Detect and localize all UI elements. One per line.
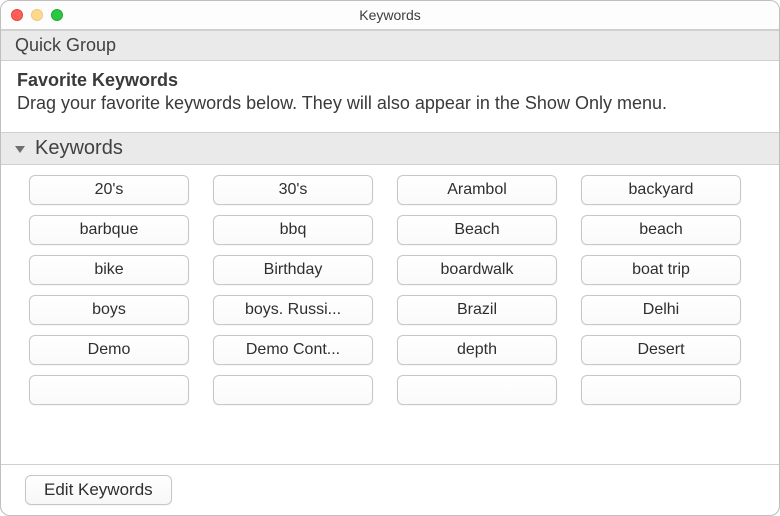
favorites-description: Favorite Keywords Drag your favorite key… [1,61,779,132]
keyword-button[interactable] [397,375,557,405]
quick-group-header[interactable]: Quick Group [1,30,779,61]
keyword-button[interactable]: boat trip [581,255,741,285]
keyword-button[interactable] [213,375,373,405]
footer-bar: Edit Keywords [1,464,779,515]
keyword-button[interactable]: boys [29,295,189,325]
keyword-button[interactable]: Delhi [581,295,741,325]
keyword-button[interactable]: barbque [29,215,189,245]
keyword-button[interactable]: Arambol [397,175,557,205]
keyword-button[interactable]: boys. Russi... [213,295,373,325]
keyword-button[interactable]: boardwalk [397,255,557,285]
favorites-heading: Favorite Keywords [17,70,178,90]
window-controls [11,9,63,21]
keyword-button[interactable]: Demo Cont... [213,335,373,365]
keyword-button[interactable]: bike [29,255,189,285]
keyword-button[interactable]: bbq [213,215,373,245]
keyword-button[interactable]: Demo [29,335,189,365]
keyword-button[interactable]: Desert [581,335,741,365]
keyword-button[interactable]: 30's [213,175,373,205]
titlebar: Keywords [1,1,779,30]
edit-keywords-button[interactable]: Edit Keywords [25,475,172,505]
keyword-button[interactable] [29,375,189,405]
minimize-icon[interactable] [31,9,43,21]
window-title: Keywords [1,7,779,23]
keyword-button[interactable]: 20's [29,175,189,205]
keyword-button[interactable]: Birthday [213,255,373,285]
keywords-grid: 20's 30's Arambol backyard barbque bbq Beachbe… [29,175,761,405]
chevron-down-icon [15,146,25,153]
quick-group-label: Quick Group [15,35,116,56]
edit-keywords-label: Edit Keywords [44,480,153,500]
favorites-body: Drag your favorite keywords below. They … [17,93,667,113]
keyword-button[interactable]: beach [581,215,741,245]
keywords-label: Keywords [35,137,123,160]
keyword-button[interactable]: depth [397,335,557,365]
zoom-icon[interactable] [51,9,63,21]
keyword-button[interactable]: Beach [397,215,557,245]
keyword-button[interactable]: Brazil [397,295,557,325]
keyword-button[interactable] [581,375,741,405]
keyword-button[interactable]: backyard [581,175,741,205]
keywords-scroll-area[interactable]: 20's 30's Arambol backyard barbque bbq Beachbe… [1,165,779,464]
keywords-header[interactable]: Keywords [1,132,779,165]
close-icon[interactable] [11,9,23,21]
keywords-window: Keywords Quick Group Favorite Keywords D… [0,0,780,516]
